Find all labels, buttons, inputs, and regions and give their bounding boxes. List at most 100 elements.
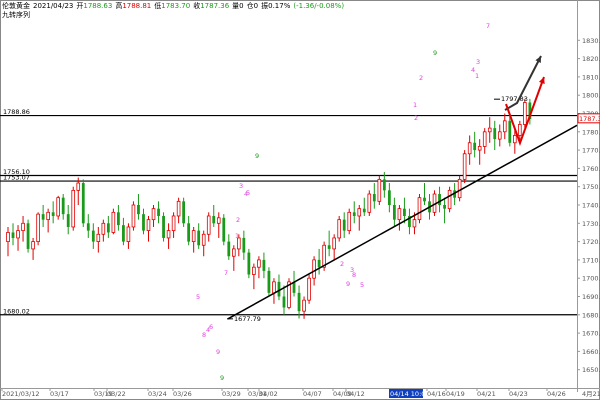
candle-body	[252, 266, 256, 275]
candle-body	[493, 128, 497, 140]
candle-body	[91, 230, 95, 242]
candle-body	[16, 230, 20, 239]
x-tick-label: 04/12	[346, 390, 365, 398]
level-label: 1788.86	[3, 108, 30, 116]
candle-body	[212, 215, 216, 224]
candle-body	[337, 219, 341, 239]
candle-body	[146, 219, 151, 232]
candle-body	[297, 292, 301, 312]
candle-body	[242, 237, 246, 253]
x-tick-label: 03/22	[107, 390, 126, 398]
x-tick-label: 04/16	[427, 390, 446, 398]
td-sequence-label: 5	[246, 189, 250, 197]
candle-body	[11, 232, 15, 238]
td-sequence-label: 5	[196, 293, 200, 301]
candle-body	[467, 142, 472, 155]
candle-body	[162, 215, 165, 238]
candle-body	[342, 219, 346, 231]
candle-body	[51, 212, 55, 216]
candle-body	[352, 212, 356, 216]
candle-body	[171, 215, 176, 232]
chart-frame	[0, 0, 600, 400]
y-tick-label: 1680.00	[582, 311, 600, 319]
candle-body	[122, 225, 125, 242]
td-sequence-label: 8	[202, 331, 206, 339]
y-tick-label: 1780.00	[582, 128, 600, 136]
candle-body	[56, 197, 60, 217]
y-tick-label: 1750.00	[582, 183, 600, 191]
last-price-label: 1787.36	[579, 115, 600, 123]
y-tick-label: 1760.00	[582, 165, 600, 173]
y-tick-label: 1820.00	[582, 55, 600, 63]
candle-body	[131, 204, 136, 228]
y-tick-label: 1700.00	[582, 275, 600, 283]
x-tick-label: 04/21	[477, 390, 496, 398]
candle-body	[232, 248, 236, 257]
td-sequence-label: 9	[433, 49, 437, 57]
candle-body	[347, 211, 352, 232]
candle-body	[497, 131, 502, 140]
y-tick-label: 1660.00	[582, 348, 600, 356]
candle-body	[31, 241, 35, 250]
candle-body	[106, 223, 110, 233]
candle-body	[317, 259, 321, 268]
candle-body	[502, 120, 507, 133]
candle-body	[191, 230, 196, 242]
candle-body	[357, 208, 362, 217]
candle-body	[417, 197, 422, 221]
candle-body	[518, 124, 522, 136]
td-sequence-label: 2	[414, 114, 418, 122]
td-sequence-label: 8	[352, 271, 356, 279]
candle-body	[81, 183, 85, 224]
td-sequence-label: 1	[235, 232, 239, 240]
td-sequence-label: 7	[486, 22, 490, 30]
candle-body	[332, 237, 336, 250]
candle-body	[423, 197, 426, 202]
x-tick-label: 03/26	[173, 390, 192, 398]
candle-body	[116, 212, 120, 226]
candle-body	[282, 296, 286, 308]
candlestick-chart[interactable]: 1650.00 1660.00 1670.00 1680.00 1690.00 1700.…	[0, 0, 600, 400]
candle-body	[126, 226, 131, 243]
candle-body	[61, 197, 65, 215]
x-tick-label: 04/26	[547, 390, 566, 398]
candle-body	[216, 217, 221, 224]
candle-body	[137, 205, 140, 215]
candle-body	[327, 245, 331, 249]
x-tick-label: 2021/03/12	[2, 390, 39, 398]
candle-body	[71, 189, 76, 228]
y-tick-label: 1710.00	[582, 256, 600, 264]
td-sequence-label: 9	[220, 374, 224, 382]
candle-body	[392, 205, 396, 220]
candle-body	[387, 190, 391, 205]
candle-body	[397, 208, 402, 221]
td-sequence-label: 2	[419, 74, 423, 82]
td-sequence-label: 1	[475, 72, 479, 80]
td-sequence-label: 1	[413, 101, 417, 109]
candle-body	[26, 223, 30, 249]
candle-body	[312, 259, 316, 279]
candle-body	[166, 230, 171, 239]
candle-body	[41, 214, 45, 220]
candle-body	[267, 270, 271, 293]
candle-body	[111, 211, 116, 233]
candle-body	[176, 200, 181, 217]
candle-body	[272, 281, 276, 294]
candle-body	[372, 194, 376, 202]
candle-body	[46, 211, 50, 221]
y-tick-label: 1770.00	[582, 147, 600, 155]
candle-body	[257, 259, 261, 268]
candle-body	[182, 201, 186, 224]
candle-body	[247, 252, 251, 275]
candle-body	[438, 194, 441, 205]
candle-body	[362, 208, 366, 213]
x-tick-label: 03/17	[50, 390, 69, 398]
y-tick-label: 1730.00	[582, 220, 600, 228]
candle-body	[377, 178, 382, 202]
annotation-label: 1677.79	[234, 315, 261, 323]
y-tick-label: 1830.00	[582, 37, 600, 45]
y-tick-label: 1740.00	[582, 202, 600, 210]
candle-body	[482, 131, 487, 147]
td-sequence-label: 9	[216, 348, 220, 356]
candle-body	[322, 244, 326, 268]
